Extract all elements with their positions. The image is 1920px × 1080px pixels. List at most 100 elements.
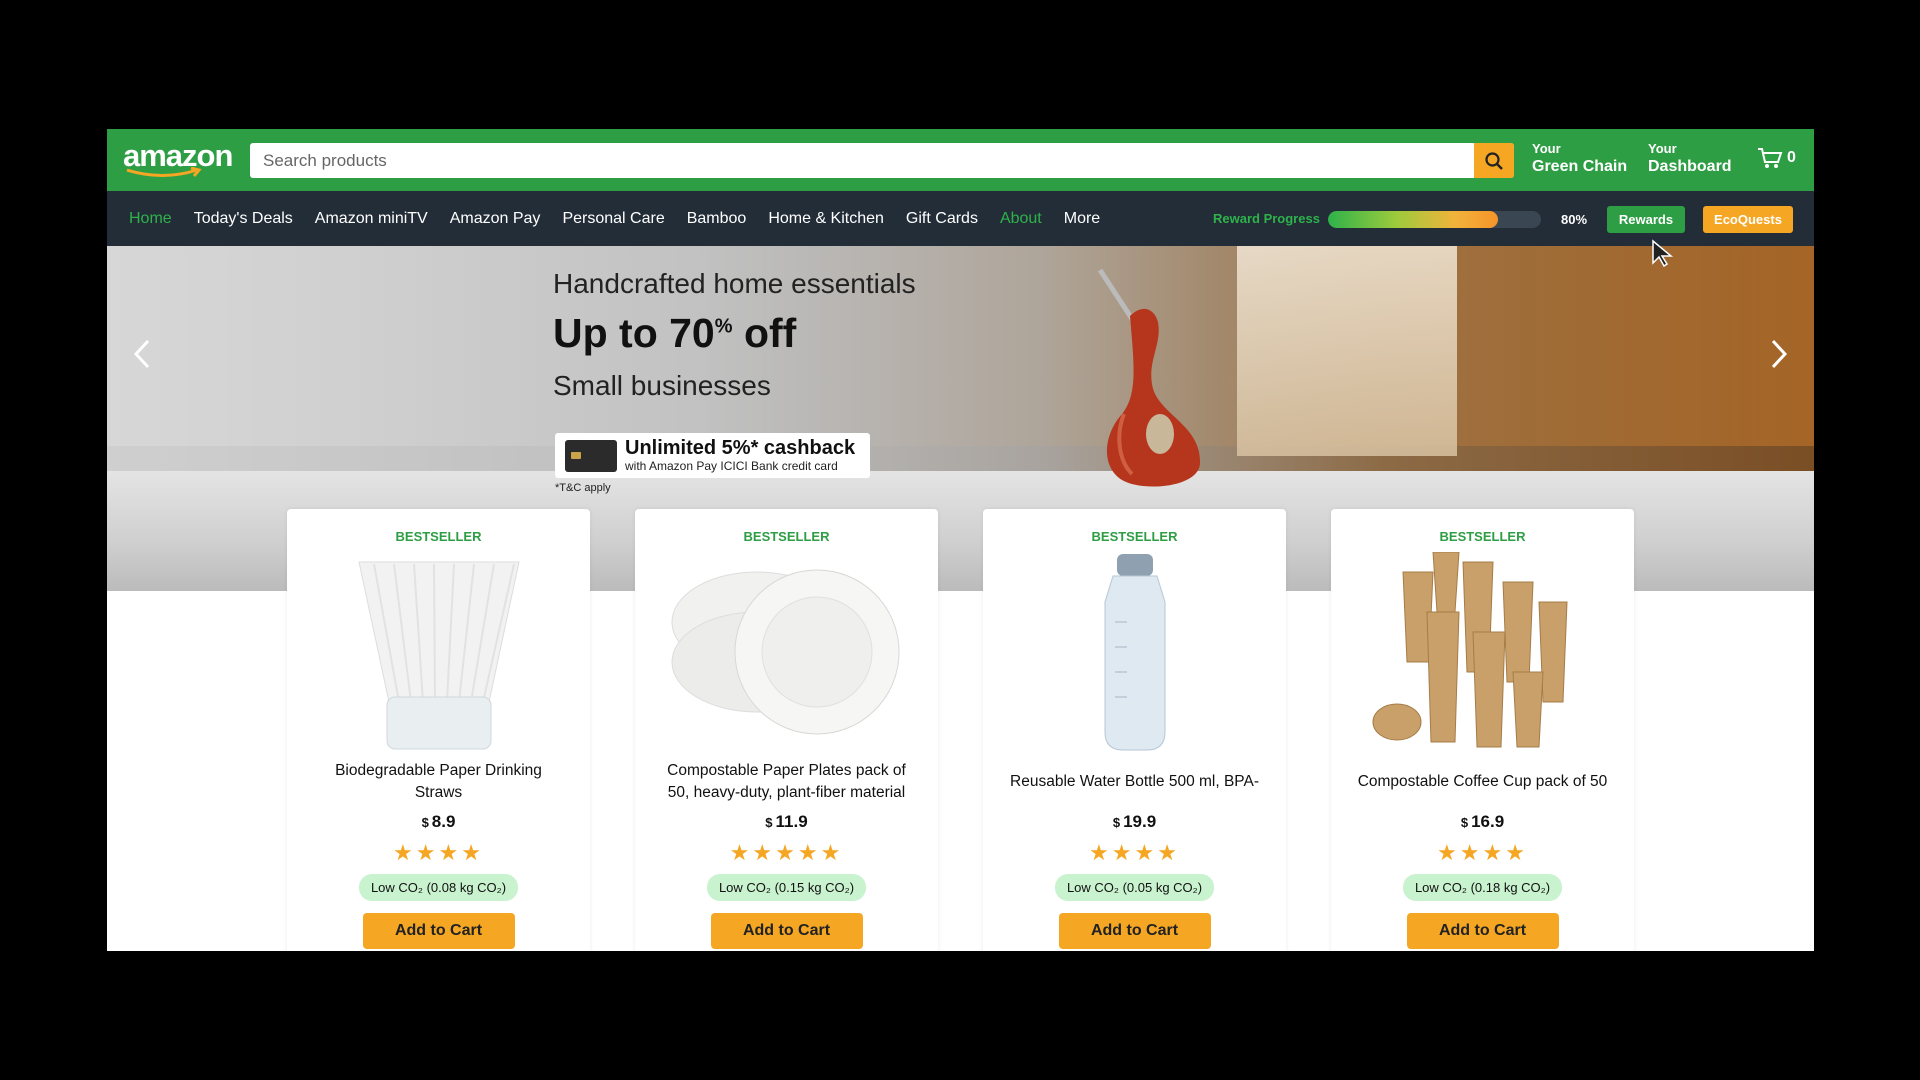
- price-currency: $: [421, 815, 429, 830]
- add-to-cart-button[interactable]: Add to Cart: [710, 913, 863, 949]
- star-icon: ★: [775, 840, 798, 865]
- dashboard-link[interactable]: Your Dashboard: [1648, 141, 1732, 177]
- app-window: amazon Your Green Chain Your Dashboard: [107, 129, 1814, 951]
- rating-stars: ★★★★: [983, 840, 1286, 866]
- add-to-cart-button[interactable]: Add to Cart: [1058, 913, 1211, 949]
- star-icon: ★: [1505, 840, 1528, 865]
- banner-offer: Up to 70% off: [553, 310, 796, 357]
- price-currency: $: [1460, 815, 1469, 830]
- product-name[interactable]: Reusable Water Bottle 500 ml, BPA-: [983, 754, 1286, 810]
- cashback-subtitle: with Amazon Pay ICICI Bank credit card: [625, 459, 838, 473]
- nav-bamboo[interactable]: Bamboo: [687, 210, 747, 228]
- nav-personal-care[interactable]: Personal Care: [562, 210, 664, 228]
- mouse-cursor-icon: [1652, 239, 1674, 267]
- reward-progress-bar: [1328, 211, 1541, 228]
- cashback-box: Unlimited 5%* cashback with Amazon Pay I…: [555, 433, 870, 478]
- co2-badge: Low CO₂ (0.05 kg CO₂): [1054, 874, 1215, 901]
- green-chain-small: Your: [1532, 141, 1561, 156]
- banner-offer-value: Up to 70: [553, 310, 715, 356]
- banner-headline: Handcrafted home essentials: [553, 268, 916, 299]
- product-price: $16.9: [1331, 812, 1634, 832]
- banner-background: [107, 246, 1814, 446]
- nav-gift-cards[interactable]: Gift Cards: [906, 210, 978, 228]
- rating-stars: ★★★★★: [635, 840, 938, 866]
- oil-bottle-image: [1097, 268, 1201, 487]
- star-icon: ★: [752, 840, 776, 865]
- price-currency: $: [1112, 815, 1121, 830]
- star-icon: ★: [1157, 840, 1180, 865]
- product-card[interactable]: BESTSELLER Biodegradable Paper Drinking …: [287, 509, 590, 951]
- star-icon: ★: [1482, 840, 1506, 865]
- rating-stars: ★★★★: [287, 840, 590, 866]
- green-chain-link[interactable]: Your Green Chain: [1532, 141, 1627, 177]
- product-image-plates: [671, 569, 899, 735]
- ecoquests-button[interactable]: EcoQuests: [1703, 206, 1793, 233]
- dashboard-small: Your: [1648, 141, 1677, 156]
- nav-home[interactable]: Home: [129, 210, 172, 228]
- smile-arrow-icon: [126, 167, 202, 177]
- chevron-left-icon: [133, 339, 150, 369]
- banner-window-image: [1237, 246, 1457, 456]
- price-currency: $: [765, 815, 773, 830]
- cart-icon: [1758, 148, 1783, 168]
- banner-offer-suffix: off: [732, 310, 797, 356]
- price-value: 19.9: [1123, 812, 1157, 831]
- add-to-cart-button[interactable]: Add to Cart: [1406, 913, 1559, 949]
- product-card[interactable]: BESTSELLER Compostable Paper Plates pack…: [635, 509, 938, 951]
- banner-offer-sup: %: [714, 315, 733, 338]
- cashback-title: Unlimited 5%* cashback: [625, 437, 856, 459]
- rating-stars: ★★★★: [1331, 840, 1634, 866]
- product-image-straws: [357, 561, 520, 750]
- amazon-logo[interactable]: amazon: [123, 139, 233, 179]
- rewards-button[interactable]: Rewards: [1607, 206, 1685, 233]
- top-header: amazon Your Green Chain Your Dashboard: [107, 129, 1814, 191]
- star-icon: ★: [1089, 840, 1112, 865]
- nav-bar: Home Today's Deals Amazon miniTV Amazon …: [107, 191, 1814, 246]
- cart-button[interactable]: 0: [1757, 146, 1796, 170]
- star-icon: ★: [393, 840, 416, 865]
- banner-next-button[interactable]: [1764, 334, 1794, 374]
- product-price: $11.9: [635, 812, 938, 832]
- green-chain-label: Green Chain: [1532, 158, 1628, 175]
- product-name[interactable]: Biodegradable Paper Drinking Straws: [287, 754, 590, 810]
- star-icon: ★: [415, 840, 439, 865]
- price-value: 8.9: [431, 812, 456, 831]
- star-icon: ★: [1111, 840, 1135, 865]
- nav-amazon-pay[interactable]: Amazon Pay: [450, 210, 541, 228]
- star-icon: ★: [461, 840, 484, 865]
- bestseller-badge: BESTSELLER: [1439, 529, 1526, 544]
- search-button[interactable]: [1474, 143, 1514, 178]
- reward-progress-percent: 80%: [1561, 212, 1588, 227]
- product-image-cups: [1372, 552, 1568, 748]
- product-name[interactable]: Compostable Coffee Cup pack of 50: [1331, 754, 1634, 810]
- star-icon: ★: [1134, 840, 1158, 865]
- product-card[interactable]: BESTSELLER Compostable Coffee Cup pack o…: [1331, 509, 1634, 951]
- cart-count: 0: [1787, 149, 1796, 166]
- reward-progress-label: Reward Progress: [1213, 211, 1320, 226]
- price-value: 16.9: [1471, 812, 1505, 831]
- star-icon: ★: [797, 840, 821, 865]
- nav-todays-deals[interactable]: Today's Deals: [194, 210, 293, 228]
- chevron-right-icon: [1771, 339, 1788, 369]
- add-to-cart-button[interactable]: Add to Cart: [362, 913, 515, 949]
- product-card[interactable]: BESTSELLER Reusable Water Bottle 500 ml,…: [983, 509, 1286, 951]
- product-price: $8.9: [287, 812, 590, 832]
- banner-prev-button[interactable]: [127, 334, 157, 374]
- nav-home-kitchen[interactable]: Home & Kitchen: [768, 210, 884, 228]
- search-input[interactable]: [250, 143, 1470, 178]
- dashboard-label: Dashboard: [1648, 158, 1732, 175]
- bestseller-badge: BESTSELLER: [395, 529, 482, 544]
- reward-progress-fill: [1328, 211, 1499, 228]
- nav-more[interactable]: More: [1064, 210, 1100, 228]
- star-icon: ★: [438, 840, 462, 865]
- product-price: $19.9: [983, 812, 1286, 832]
- product-name[interactable]: Compostable Paper Plates pack of 50, hea…: [635, 754, 938, 810]
- credit-card-icon: [565, 439, 617, 472]
- nav-about[interactable]: About: [1000, 210, 1042, 228]
- nav-minitv[interactable]: Amazon miniTV: [315, 210, 428, 228]
- co2-badge: Low CO₂ (0.15 kg CO₂): [706, 874, 867, 901]
- bestseller-badge: BESTSELLER: [1091, 529, 1178, 544]
- tnc-note: *T&C apply: [555, 482, 611, 494]
- search-bar: [250, 143, 1514, 178]
- bestseller-badge: BESTSELLER: [743, 529, 830, 544]
